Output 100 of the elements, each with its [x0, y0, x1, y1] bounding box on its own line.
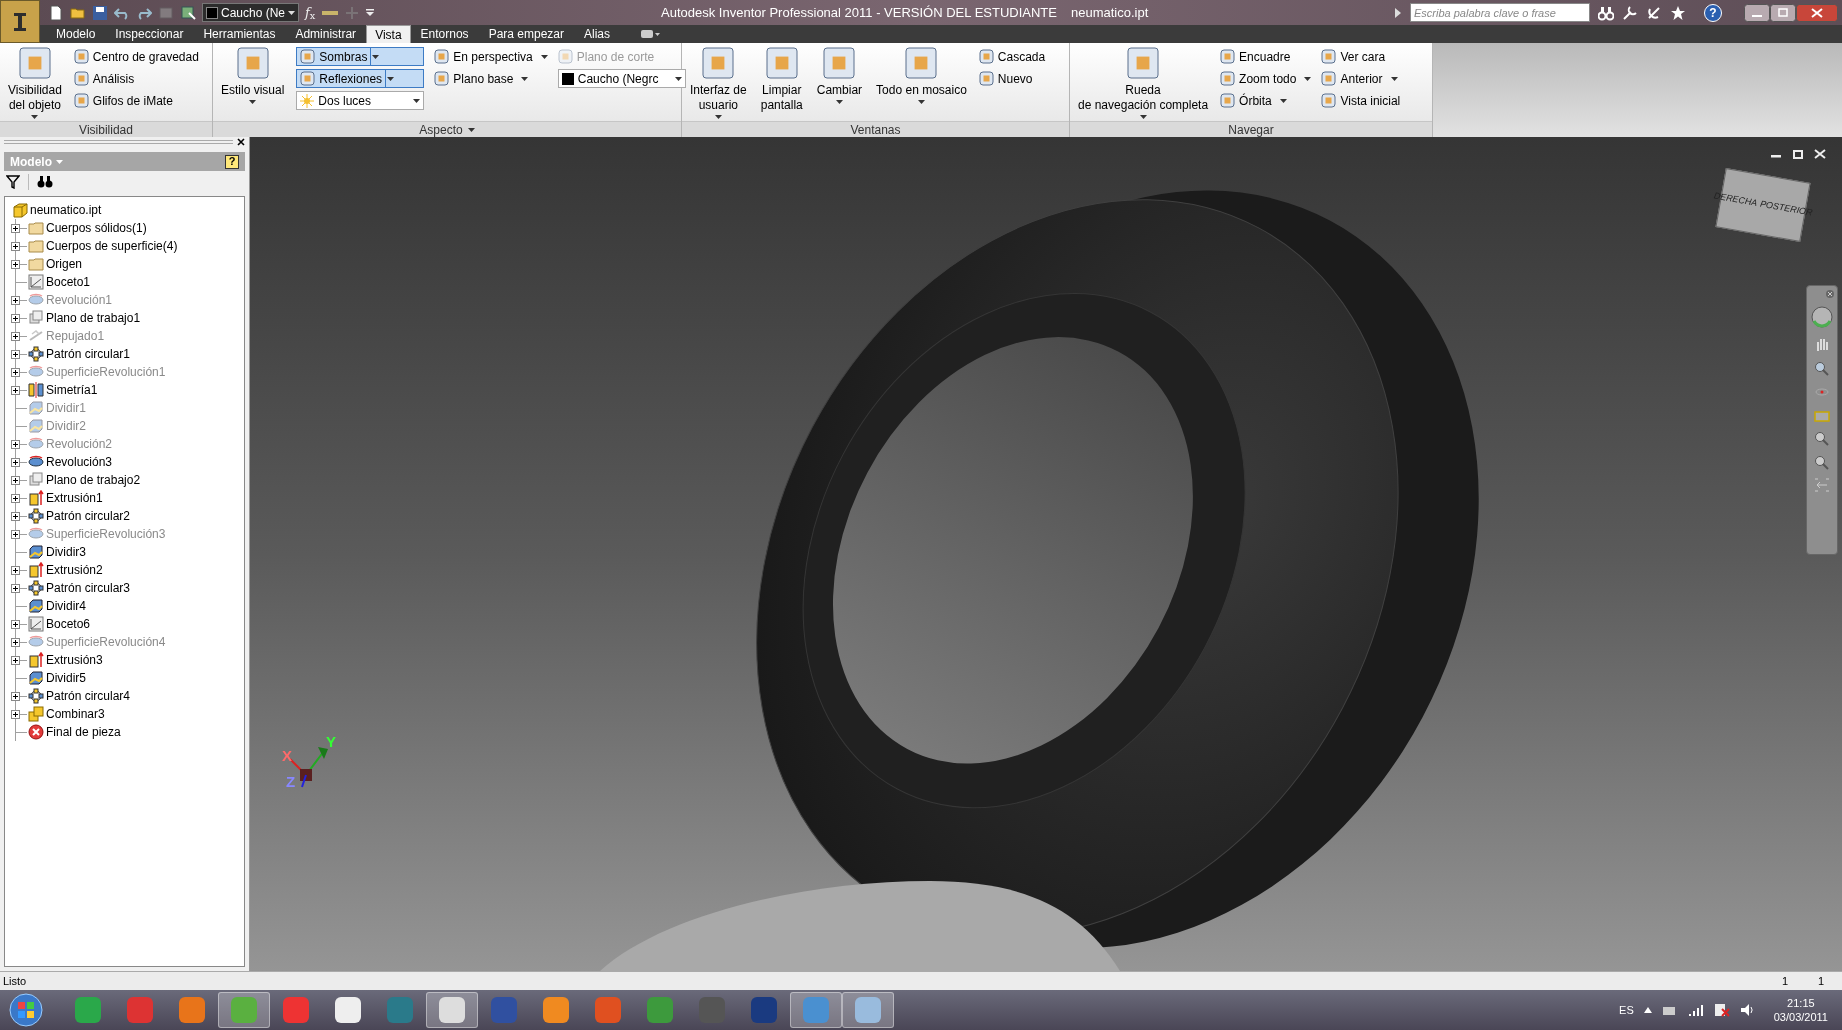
close-icon[interactable] [1796, 3, 1838, 22]
binoculars-icon[interactable] [37, 175, 53, 189]
app-icon[interactable] [541, 995, 571, 1025]
large-tool-button[interactable]: Estilo visual [219, 47, 287, 104]
tool-button[interactable]: Ver cara [1321, 47, 1401, 66]
toggle-button[interactable]: Reflexiones [296, 69, 425, 88]
tool-button[interactable]: Vista inicial [1321, 91, 1401, 110]
app-icon[interactable] [437, 995, 467, 1025]
star-icon[interactable] [1670, 4, 1686, 21]
ribbon-tab[interactable]: Herramientas [193, 25, 286, 43]
expand-icon[interactable] [11, 331, 20, 341]
tool-button[interactable]: Zoom todo [1220, 69, 1312, 88]
expand-icon[interactable] [11, 529, 20, 539]
expand-icon[interactable] [11, 691, 20, 701]
tree-item[interactable]: Revolución1 [11, 291, 244, 309]
expand-icon[interactable] [11, 583, 20, 593]
large-tool-button[interactable]: Limpiar pantalla [758, 47, 805, 113]
tool-button[interactable]: Glifos de iMate [73, 91, 199, 110]
panel-title[interactable]: Aspecto [419, 120, 475, 139]
tree-item[interactable]: Patrón circular1 [11, 345, 244, 363]
expand-icon[interactable] [11, 475, 20, 485]
tree-item[interactable]: Extrusión1 [11, 489, 244, 507]
tool-button[interactable]: Centro de gravedad [73, 47, 199, 66]
tool-button[interactable]: En perspectiva [434, 47, 548, 66]
tree-item[interactable]: Dividir4 [11, 597, 244, 615]
large-tool-button[interactable]: Visibilidad del objeto [6, 47, 64, 119]
expand-icon[interactable] [11, 655, 20, 665]
expand-icon[interactable] [11, 457, 20, 467]
zoom-icon[interactable] [1814, 360, 1830, 376]
tree-item[interactable]: Cuerpos sólidos(1) [11, 219, 244, 237]
zoom-window-icon[interactable] [1814, 430, 1830, 446]
search-field[interactable]: Escriba palabra clave o frase [1410, 3, 1590, 22]
tree-item[interactable]: Extrusión2 [11, 561, 244, 579]
expand-icon[interactable] [11, 619, 20, 629]
tree-item[interactable]: Revolución2 [11, 435, 244, 453]
large-tool-button[interactable]: Interfaz de usuario [688, 47, 749, 119]
large-tool-button[interactable]: Rueda de navegación completa [1076, 47, 1211, 119]
tree-item[interactable]: Origen [11, 255, 244, 273]
tool-button[interactable]: Nuevo [978, 69, 1046, 88]
tree-item[interactable]: Dividir2 [11, 417, 244, 435]
start-button-icon[interactable] [8, 992, 44, 1028]
tool-button[interactable]: Anterior [1321, 69, 1401, 88]
expand-icon[interactable] [11, 709, 20, 719]
steering-wheel-icon[interactable] [1811, 306, 1833, 328]
help-button[interactable]: ? [1704, 3, 1722, 22]
tool-button[interactable]: Encuadre [1220, 47, 1312, 66]
tree-item[interactable]: Revolución3 [11, 453, 244, 471]
network-icon[interactable] [1687, 1003, 1704, 1017]
expand-icon[interactable] [11, 493, 20, 503]
tree-item[interactable]: Plano de trabajo2 [11, 471, 244, 489]
expand-icon[interactable] [11, 565, 20, 575]
language-indicator[interactable]: ES [1619, 1001, 1634, 1019]
clock[interactable]: 21:15 03/03/2011 [1773, 996, 1828, 1024]
ribbon-tab[interactable]: Inspeccionar [105, 25, 194, 43]
minimize-icon[interactable] [1744, 3, 1770, 22]
volume-icon[interactable] [1739, 1003, 1756, 1017]
ribbon-tab[interactable]: Alias [574, 25, 620, 43]
filter-icon[interactable] [6, 175, 20, 189]
ribbon-tab[interactable]: Entornos [410, 25, 479, 43]
tree-item[interactable]: Plano de trabajo1 [11, 309, 244, 327]
tree-item[interactable]: Dividir5 [11, 669, 244, 687]
tree-item[interactable]: Patrón circular2 [11, 507, 244, 525]
expand-icon[interactable] [11, 241, 20, 251]
tree-item[interactable]: SuperficieRevolución1 [11, 363, 244, 381]
expand-icon[interactable] [11, 313, 20, 323]
save-icon[interactable] [92, 4, 108, 21]
ribbon-tab[interactable]: Para empezar [478, 25, 574, 43]
zoom-selected-icon[interactable] [1814, 454, 1830, 470]
tree-item[interactable]: Combinar3 [11, 705, 244, 723]
tree-item[interactable]: Extrusión3 [11, 651, 244, 669]
update-icon[interactable] [180, 4, 196, 21]
help-button[interactable]: ? [225, 154, 239, 169]
tree-item[interactable]: Patrón circular4 [11, 687, 244, 705]
large-tool-button[interactable]: Todo en mosaico [874, 47, 969, 104]
expand-icon[interactable] [11, 367, 20, 377]
wrench-icon[interactable] [1622, 4, 1638, 21]
tool-button[interactable]: Cascada [978, 47, 1046, 66]
tree-item[interactable]: Final de pieza [11, 723, 244, 741]
new-file-icon[interactable] [48, 4, 64, 21]
tree-item[interactable]: Cuerpos de superficie(4) [11, 237, 244, 255]
expand-icon[interactable] [11, 259, 20, 269]
app-icon[interactable] [333, 995, 363, 1025]
expand-arrow-icon[interactable] [1394, 7, 1402, 18]
customize-icon[interactable] [365, 8, 376, 17]
tree-item[interactable]: Boceto6 [11, 615, 244, 633]
expand-icon[interactable] [11, 223, 20, 233]
tree-item[interactable]: Patrón circular3 [11, 579, 244, 597]
expand-icon[interactable] [11, 637, 20, 647]
function-button[interactable]: f$_{x}$ [305, 6, 316, 19]
expand-icon[interactable] [11, 295, 20, 305]
tool-button[interactable]: Análisis [73, 69, 199, 88]
expand-icon[interactable] [11, 511, 20, 521]
tree-item[interactable]: Dividir3 [11, 543, 244, 561]
tool-button[interactable]: Órbita [1220, 91, 1312, 110]
style-dropdown[interactable]: Caucho (Ne [202, 3, 300, 22]
ribbon-tab[interactable]: Modelo [46, 25, 106, 43]
ribbon-minimize-icon[interactable] [640, 29, 660, 39]
dropdown-field[interactable]: Dos luces [296, 91, 425, 110]
tree-item[interactable]: Boceto1 [11, 273, 244, 291]
tree-item[interactable]: Repujado1 [11, 327, 244, 345]
